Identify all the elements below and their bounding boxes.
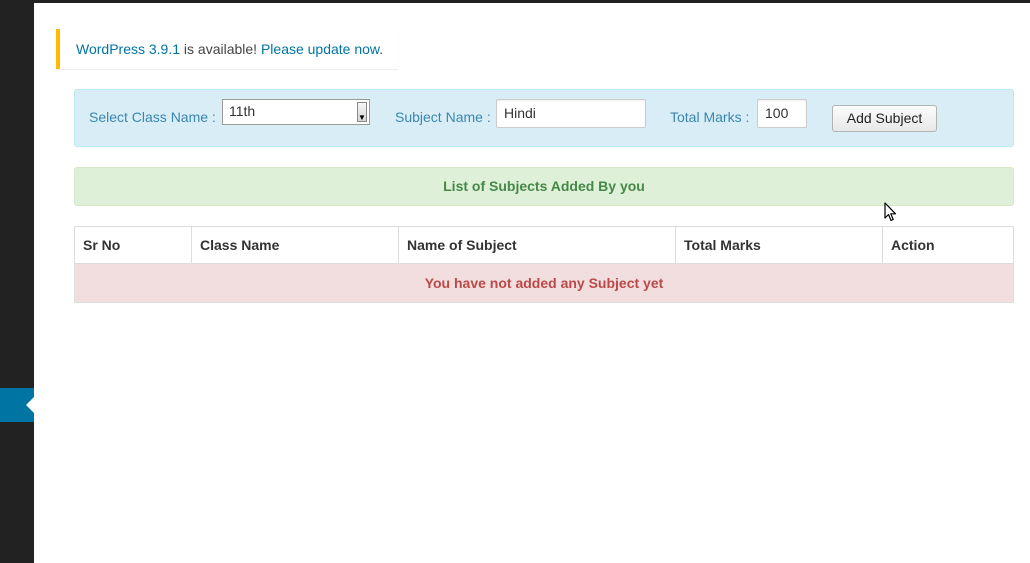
- update-notice-period: .: [379, 41, 384, 57]
- wordpress-version-link[interactable]: WordPress 3.9.1: [76, 41, 180, 57]
- subject-name-value: Hindi: [504, 105, 536, 121]
- class-select-label: Select Class Name :: [89, 109, 216, 125]
- admin-top-bar: [0, 0, 1030, 3]
- update-now-link[interactable]: Please update now: [261, 41, 379, 57]
- total-marks-input[interactable]: 100: [757, 99, 807, 128]
- subject-name-input[interactable]: Hindi: [496, 99, 646, 128]
- update-notice: WordPress 3.9.1 is available! Please upd…: [56, 29, 399, 69]
- sidebar-active-menu-item[interactable]: [0, 388, 34, 422]
- column-action: Action: [882, 226, 1014, 264]
- total-marks-value: 100: [765, 105, 789, 121]
- add-subject-form: Select Class Name : 11th ▼ Subject Name …: [74, 89, 1014, 147]
- mouse-pointer-icon: [884, 202, 898, 225]
- column-total-marks: Total Marks: [675, 226, 883, 264]
- column-class-name: Class Name: [191, 226, 399, 264]
- class-select-value: 11th: [229, 103, 256, 119]
- column-subject-name: Name of Subject: [398, 226, 676, 264]
- subjects-list-header: List of Subjects Added By you: [74, 167, 1014, 206]
- subjects-table: Sr No Class Name Name of Subject Total M…: [74, 226, 1014, 303]
- subject-name-label: Subject Name :: [395, 109, 491, 125]
- class-select[interactable]: 11th ▼: [222, 99, 370, 125]
- table-row: You have not added any Subject yet: [74, 263, 1014, 303]
- empty-table-message: You have not added any Subject yet: [74, 263, 1014, 303]
- total-marks-label: Total Marks :: [670, 109, 750, 125]
- column-sr-no: Sr No: [74, 226, 192, 264]
- dropdown-arrow-icon[interactable]: ▼: [357, 102, 367, 122]
- active-pointer-icon: [26, 397, 34, 413]
- table-header-row: Sr No Class Name Name of Subject Total M…: [74, 226, 1014, 264]
- add-subject-button[interactable]: Add Subject: [832, 105, 937, 132]
- update-notice-text: is available!: [180, 41, 261, 57]
- admin-sidebar: [0, 0, 34, 563]
